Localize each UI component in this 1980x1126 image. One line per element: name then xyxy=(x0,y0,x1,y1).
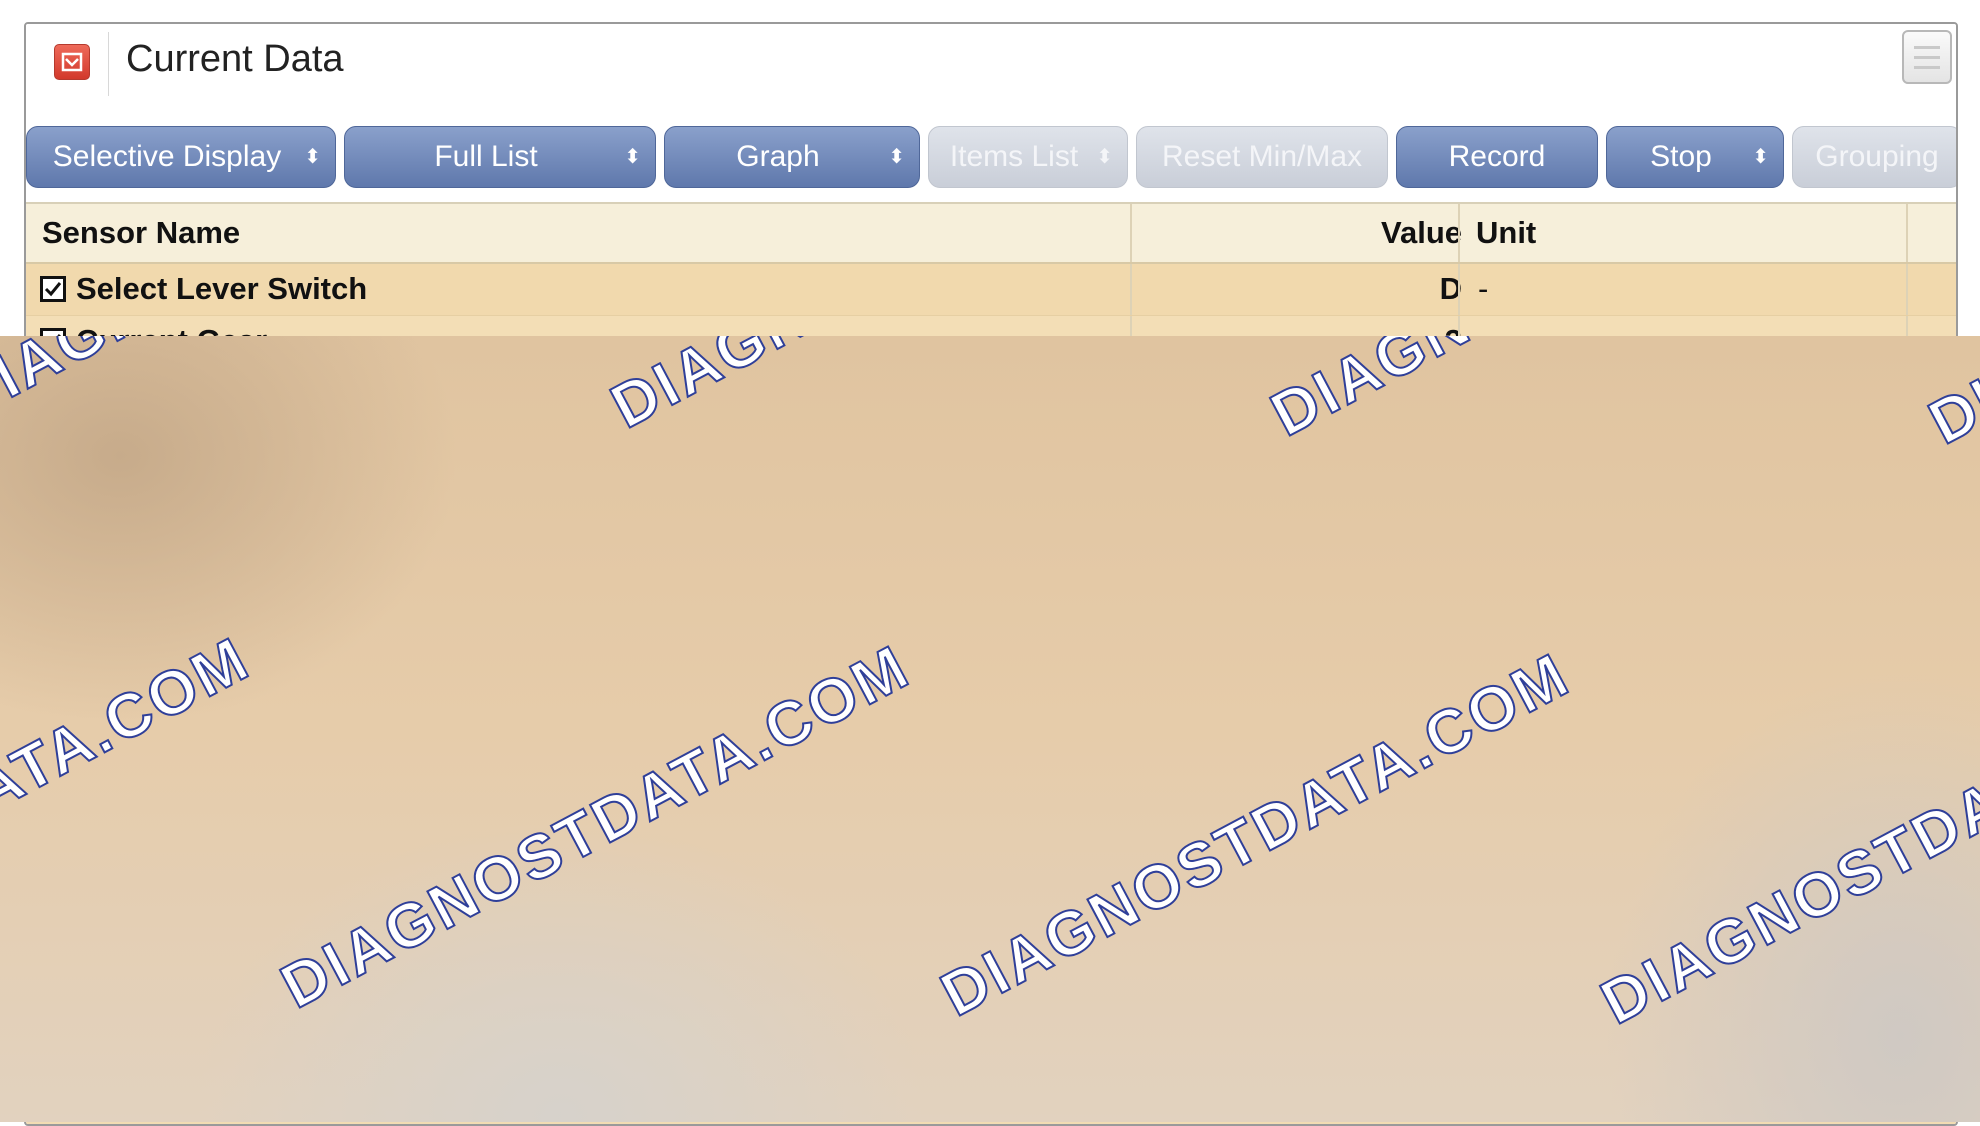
stop-button[interactable]: Stop ⬍ xyxy=(1606,126,1784,188)
watermark-overlay: DIAGNOSTDATA.COM DIAGNOSTDATA.COM DIAGNO… xyxy=(0,336,1980,1122)
selective-display-button[interactable]: Selective Display ⬍ xyxy=(26,126,336,188)
toolbar: Selective Display ⬍ Full List ⬍ Graph ⬍ … xyxy=(26,104,1956,202)
grouping-button[interactable]: Grouping xyxy=(1792,126,1956,188)
watermark-text: DIAGNOSTDATA.COM xyxy=(269,631,922,1023)
watermark-text: DIAGNOSTDATA.COM xyxy=(1589,647,1980,1039)
reset-min-max-label: Reset Min/Max xyxy=(1161,140,1363,173)
table-header: Sensor Name Value Unit xyxy=(26,202,1956,264)
sensor-name: Select Lever Switch xyxy=(76,271,368,306)
record-button[interactable]: Record xyxy=(1396,126,1598,188)
row-checkbox[interactable] xyxy=(40,276,66,302)
column-header-unit[interactable]: Unit xyxy=(1476,204,1536,262)
table-row[interactable]: Select Lever Switch D - xyxy=(26,264,1956,316)
record-label: Record xyxy=(1448,140,1546,173)
watermark-text: DIAGNOSTDATA.COM xyxy=(0,623,262,1015)
graph-button[interactable]: Graph ⬍ xyxy=(664,126,920,188)
watermark-text: DIAGNOSTDATA.COM xyxy=(599,336,1252,443)
column-divider[interactable] xyxy=(1458,204,1460,262)
column-divider xyxy=(1458,264,1460,315)
grouping-label: Grouping xyxy=(1815,140,1939,173)
column-divider xyxy=(1130,264,1132,315)
items-list-arrows-icon: ⬍ xyxy=(1096,146,1113,168)
window-title: Current Data xyxy=(126,38,344,80)
column-divider xyxy=(1906,264,1908,315)
watermark-text: DIAGNOSTDATA.COM xyxy=(1917,336,1980,459)
sensor-unit: - xyxy=(1478,271,1489,306)
graph-label: Graph xyxy=(736,140,820,173)
collapse-icon[interactable] xyxy=(54,44,90,80)
sensor-value: D xyxy=(1439,271,1462,306)
full-list-button[interactable]: Full List ⬍ xyxy=(344,126,656,188)
items-list-label: Items List xyxy=(949,140,1079,173)
column-header-sensor-name[interactable]: Sensor Name xyxy=(42,204,240,262)
stop-label: Stop xyxy=(1650,140,1712,173)
full-list-arrows-icon: ⬍ xyxy=(624,146,641,168)
column-header-value[interactable]: Value xyxy=(1136,204,1462,262)
full-list-label: Full List xyxy=(434,140,538,173)
watermark-text: DIAGNOSTDATA.COM xyxy=(1259,336,1912,451)
selective-display-arrows-icon: ⬍ xyxy=(304,146,321,168)
column-divider[interactable] xyxy=(1130,204,1132,262)
selective-display-label: Selective Display xyxy=(52,140,282,173)
graph-arrows-icon: ⬍ xyxy=(888,146,905,168)
title-divider xyxy=(108,32,109,96)
reset-min-max-button[interactable]: Reset Min/Max xyxy=(1136,126,1388,188)
stop-arrows-icon: ⬍ xyxy=(1752,146,1769,168)
items-list-button[interactable]: Items List ⬍ xyxy=(928,126,1128,188)
watermark-text: DIAGNOSTDATA.COM xyxy=(0,336,592,435)
watermark-text: DIAGNOSTDATA.COM xyxy=(929,639,1582,1031)
column-divider[interactable] xyxy=(1906,204,1908,262)
window-titlebar: Current Data xyxy=(26,24,1956,105)
window-menu-icon[interactable] xyxy=(1902,30,1952,84)
